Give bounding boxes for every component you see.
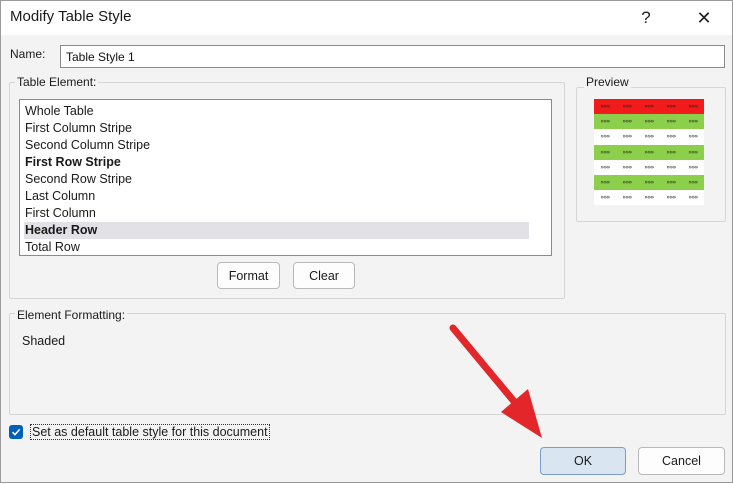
dialog-title: Modify Table Style — [10, 8, 132, 25]
table-element-item[interactable]: Second Column Stripe — [24, 137, 529, 154]
cancel-button[interactable]: Cancel — [638, 447, 725, 475]
preview-cell: »»» — [688, 179, 698, 187]
checkmark-icon — [11, 428, 21, 436]
preview-row: »»» »»» »»» »»» »»» — [594, 174, 704, 191]
preview-cell: »»» — [688, 148, 698, 156]
table-element-item[interactable]: Whole Table — [24, 103, 529, 120]
preview-cell: »»» — [688, 133, 698, 141]
table-element-item[interactable]: First Column Stripe — [24, 120, 529, 137]
preview-cell: »»» — [644, 194, 654, 202]
preview-cell: »»» — [622, 118, 632, 126]
preview-cell: »»» — [644, 163, 654, 171]
preview-cell: »»» — [644, 118, 654, 126]
preview-row: »»» »»» »»» »»» »»» — [594, 114, 704, 130]
preview-cell: »»» — [600, 148, 610, 156]
preview-cell: »»» — [666, 118, 676, 126]
preview-table: »»»»»»»»»»»»»»»»»»»»»»»»»»»»»»»»»»»»»»»»… — [594, 99, 704, 206]
preview-cell: »»» — [666, 133, 676, 141]
preview-cell: »»» — [622, 179, 632, 187]
preview-cell: »»» — [622, 133, 632, 141]
preview-row: »»» »»» »»» »»» »»» — [594, 159, 704, 175]
preview-cell: »»» — [688, 118, 698, 126]
format-button[interactable]: Format — [217, 262, 280, 289]
table-element-item[interactable]: First Column — [24, 205, 529, 222]
preview-cell: »»» — [600, 118, 610, 126]
preview-cell: »»» — [688, 103, 698, 111]
preview-cell: »»» — [644, 103, 654, 111]
preview-row: »»» »»» »»» »»» »»» — [594, 129, 704, 145]
preview-row: »»» »»» »»» »»» »»» — [594, 144, 704, 160]
preview-cell: »»» — [666, 103, 676, 111]
preview-row: »»» »»» »»» »»» »»» — [594, 190, 704, 206]
table-element-label: Table Element: — [15, 75, 99, 89]
preview-row: »»» »»» »»» »»» »»» — [594, 99, 704, 115]
default-style-label[interactable]: Set as default table style for this docu… — [30, 424, 270, 440]
preview-cell: »»» — [688, 194, 698, 202]
clear-button[interactable]: Clear — [293, 262, 355, 289]
preview-cell: »»» — [622, 194, 632, 202]
preview-cell: »»» — [666, 163, 676, 171]
preview-cell: »»» — [622, 103, 632, 111]
preview-cell: »»» — [622, 163, 632, 171]
table-element-item[interactable]: Header Row — [24, 222, 529, 239]
preview-cell: »»» — [600, 179, 610, 187]
element-formatting-label: Element Formatting: — [15, 308, 128, 322]
ok-button-label: OK — [573, 454, 593, 468]
table-element-item[interactable]: First Row Stripe — [24, 154, 529, 171]
element-formatting-group — [9, 313, 726, 415]
table-element-item[interactable]: Second Row Stripe — [24, 171, 529, 188]
clear-button-label: Clear — [309, 268, 339, 283]
format-button-label: Format — [228, 268, 269, 283]
help-icon: ? — [641, 8, 651, 27]
preview-cell: »»» — [644, 179, 654, 187]
preview-cell: »»» — [600, 133, 610, 141]
close-icon: ✕ — [696, 7, 712, 28]
preview-cell: »»» — [688, 163, 698, 171]
default-style-checkbox[interactable] — [9, 425, 23, 439]
name-label: Name: — [10, 47, 46, 61]
name-input[interactable] — [60, 45, 725, 68]
title-bar: Modify Table Style ? ✕ — [1, 1, 732, 35]
modify-table-style-dialog: Modify Table Style ? ✕ Name: Table Eleme… — [0, 0, 733, 483]
preview-cell: »»» — [600, 194, 610, 202]
preview-label: Preview — [584, 75, 631, 89]
preview-cell: »»» — [600, 163, 610, 171]
help-button[interactable]: ? — [624, 1, 668, 35]
preview-cell: »»» — [666, 148, 676, 156]
preview-cell: »»» — [644, 133, 654, 141]
preview-cell: »»» — [644, 148, 654, 156]
table-element-item[interactable]: Last Column — [24, 188, 529, 205]
preview-cell: »»» — [600, 103, 610, 111]
element-formatting-value: Shaded — [22, 334, 66, 348]
cancel-button-label: Cancel — [662, 454, 701, 468]
ok-button[interactable]: OK — [540, 447, 626, 475]
table-element-list[interactable]: Whole Table First Column Stripe Second Col… — [19, 99, 552, 256]
close-button[interactable]: ✕ — [682, 1, 726, 35]
preview-cell: »»» — [666, 179, 676, 187]
table-element-item[interactable]: Total Row — [24, 239, 529, 255]
preview-cell: »»» — [622, 148, 632, 156]
preview-cell: »»» — [666, 194, 676, 202]
